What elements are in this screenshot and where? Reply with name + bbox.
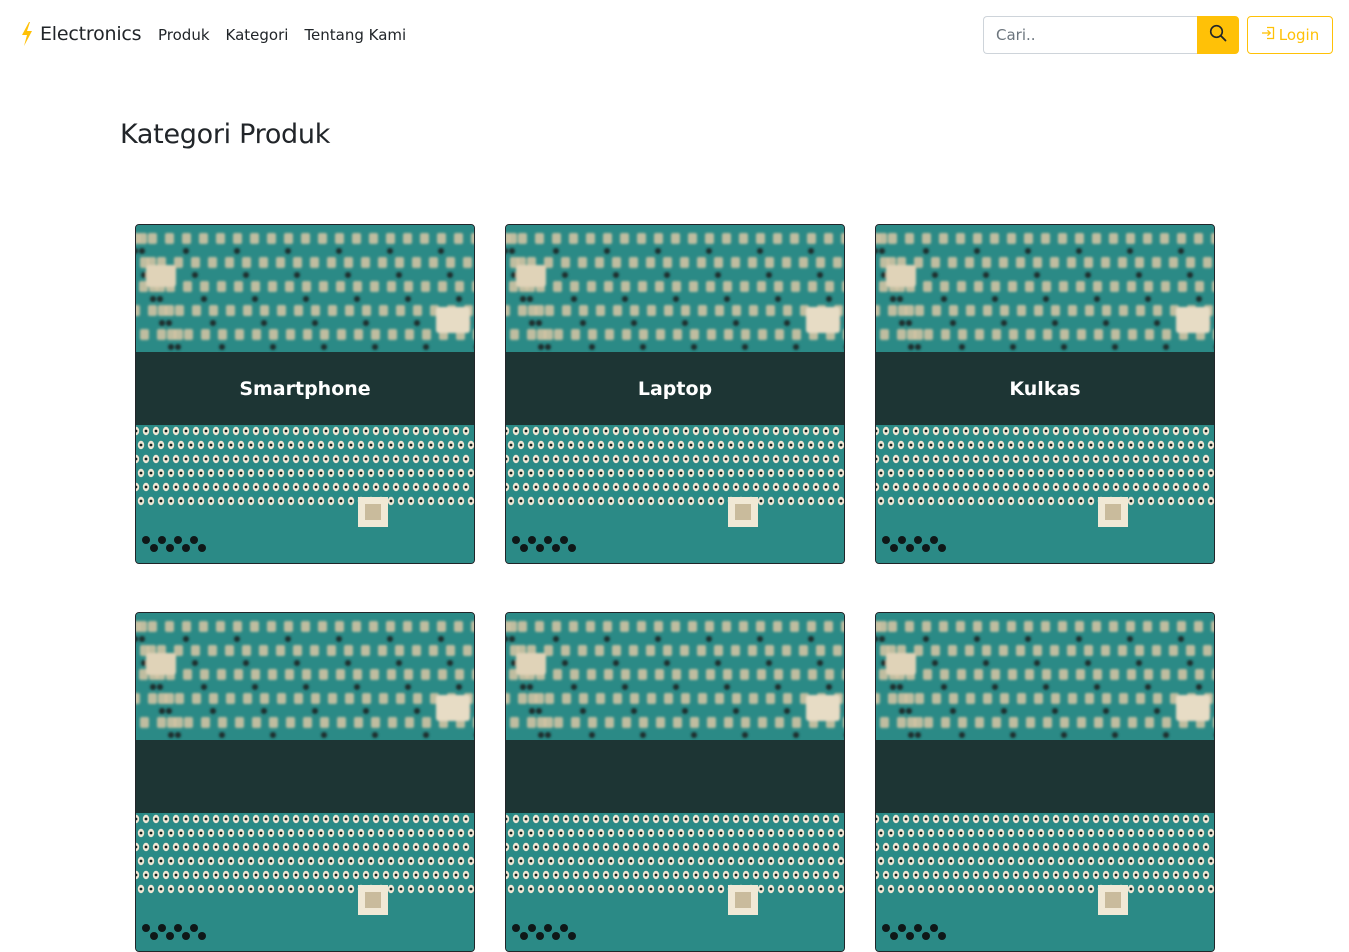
brand-name: Electronics (40, 23, 142, 45)
search-button[interactable] (1197, 16, 1239, 54)
category-card-laptop[interactable]: Laptop (505, 224, 845, 564)
category-card[interactable] (135, 612, 475, 952)
category-label-band (136, 740, 474, 813)
login-label: Login (1278, 26, 1320, 44)
login-icon (1261, 26, 1275, 44)
search-input[interactable] (983, 16, 1197, 54)
page-title: Kategori Produk (120, 119, 331, 150)
category-grid: Smartphone Laptop Kulkas (135, 224, 1215, 952)
category-title: Kulkas (1009, 377, 1081, 400)
nav-link-tentang-kami[interactable]: Tentang Kami (304, 24, 406, 46)
login-button[interactable]: Login (1247, 16, 1333, 54)
nav-menu: Produk Kategori Tentang Kami (158, 24, 422, 46)
search-form (983, 16, 1239, 54)
nav-link-produk[interactable]: Produk (158, 24, 210, 46)
brand-link[interactable]: Electronics (20, 19, 142, 49)
category-label-band: Laptop (506, 352, 844, 425)
category-card[interactable] (875, 612, 1215, 952)
category-label-band (506, 740, 844, 813)
navbar: Electronics Produk Kategori Tentang Kami… (0, 0, 1349, 70)
search-icon (1209, 24, 1227, 46)
nav-link-kategori[interactable]: Kategori (226, 24, 289, 46)
category-label-band: Smartphone (136, 352, 474, 425)
lightning-icon (20, 21, 34, 47)
category-title: Laptop (637, 377, 713, 400)
category-label-band: Kulkas (876, 352, 1214, 425)
category-card[interactable] (505, 612, 845, 952)
category-title: Smartphone (239, 377, 371, 400)
category-card-smartphone[interactable]: Smartphone (135, 224, 475, 564)
category-label-band (876, 740, 1214, 813)
category-card-kulkas[interactable]: Kulkas (875, 224, 1215, 564)
